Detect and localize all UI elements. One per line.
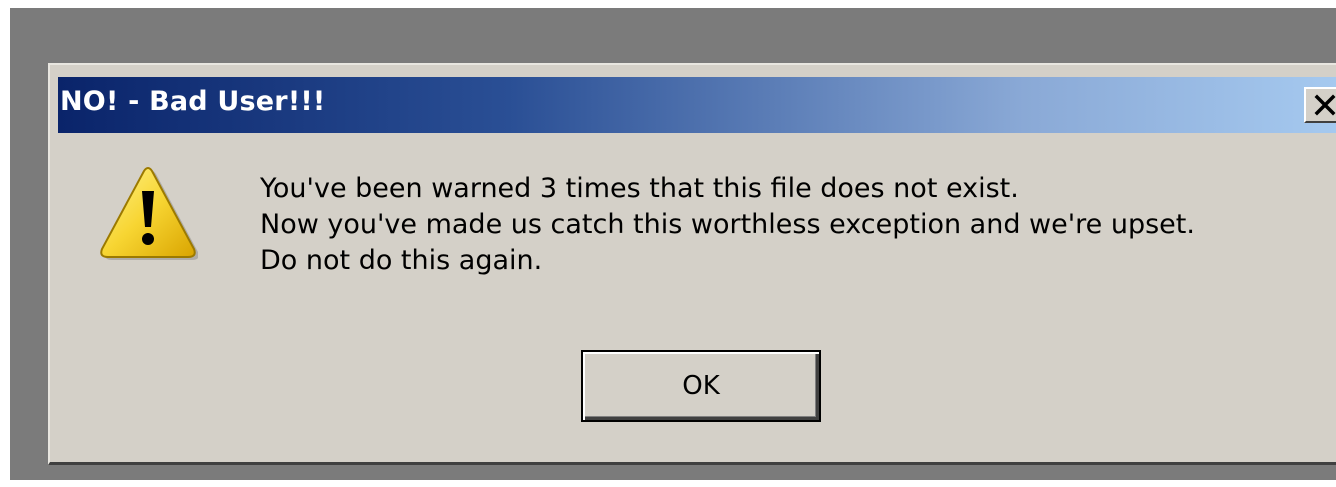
dialog-title: NO! - Bad User!!! [60,86,326,117]
message-line: Now you've made us catch this worthless … [260,209,1195,240]
message-line: You've been warned 3 times that this fil… [260,173,1019,204]
message-line: Do not do this again. [260,245,543,276]
ok-button-label: OK [682,371,720,401]
desktop-background: NO! - Bad User!!! You've been warned 3 t… [10,8,1336,480]
warning-icon [100,167,198,260]
close-icon [1314,94,1336,116]
dialog-message: You've been warned 3 times that this fil… [260,171,1195,279]
dialog-titlebar[interactable]: NO! - Bad User!!! [58,77,1336,133]
close-button[interactable] [1304,87,1336,123]
ok-button[interactable]: OK [581,350,821,422]
message-dialog: NO! - Bad User!!! You've been warned 3 t… [48,63,1336,465]
